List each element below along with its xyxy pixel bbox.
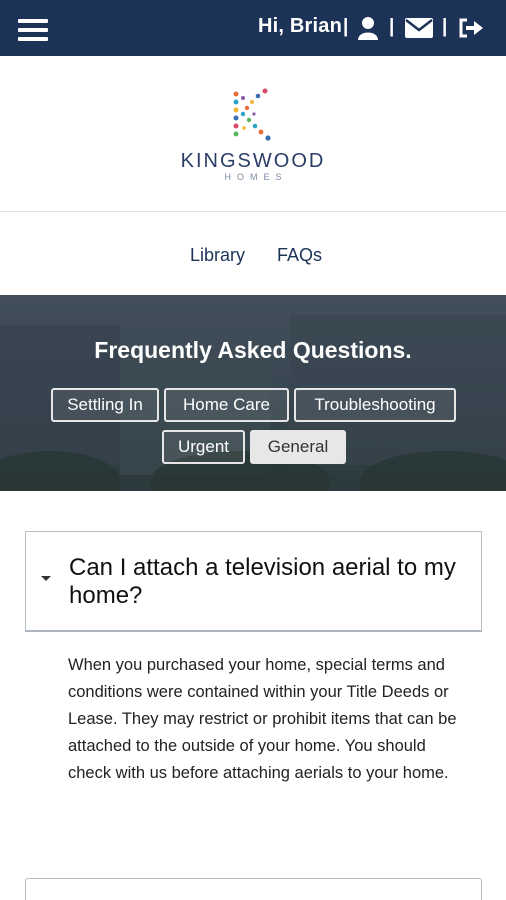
category-troubleshooting[interactable]: Troubleshooting <box>294 388 456 422</box>
caret-down-icon <box>41 576 51 581</box>
category-general[interactable]: General <box>250 430 346 464</box>
user-greeting: Hi, Brian <box>258 15 343 37</box>
faq-question-toggle[interactable]: Can I attach a television aerial to my h… <box>25 531 482 632</box>
faq-question: Can I attach a television aerial to my h… <box>69 554 456 609</box>
nav-faqs-link[interactable]: FAQs <box>277 245 322 266</box>
separator: | <box>389 16 395 37</box>
category-home-care[interactable]: Home Care <box>164 388 289 422</box>
faq-hero-banner: Frequently Asked Questions. Settling In … <box>0 295 506 491</box>
logout-icon[interactable] <box>458 18 484 43</box>
faq-answer: When you purchased your home, special te… <box>68 656 457 782</box>
user-icon[interactable] <box>358 16 378 45</box>
category-urgent[interactable]: Urgent <box>162 430 245 464</box>
mail-icon[interactable] <box>405 18 433 43</box>
nav-library-link[interactable]: Library <box>190 245 245 266</box>
menu-icon[interactable] <box>18 19 48 41</box>
top-bar: Hi, Brian | | | <box>0 0 506 56</box>
page-title: Frequently Asked Questions. <box>94 337 412 363</box>
separator: | <box>442 16 448 37</box>
category-settling-in[interactable]: Settling In <box>51 388 159 422</box>
separator: | <box>343 16 349 37</box>
secondary-nav: Library FAQs <box>0 213 506 295</box>
kingswood-logo-icon <box>233 88 271 141</box>
faq-next-question[interactable] <box>25 878 482 900</box>
brand-name: KINGSWOOD <box>180 150 326 172</box>
brand-subtitle: HOMES <box>224 172 288 182</box>
brand-logo: KINGSWOOD HOMES <box>0 56 506 212</box>
